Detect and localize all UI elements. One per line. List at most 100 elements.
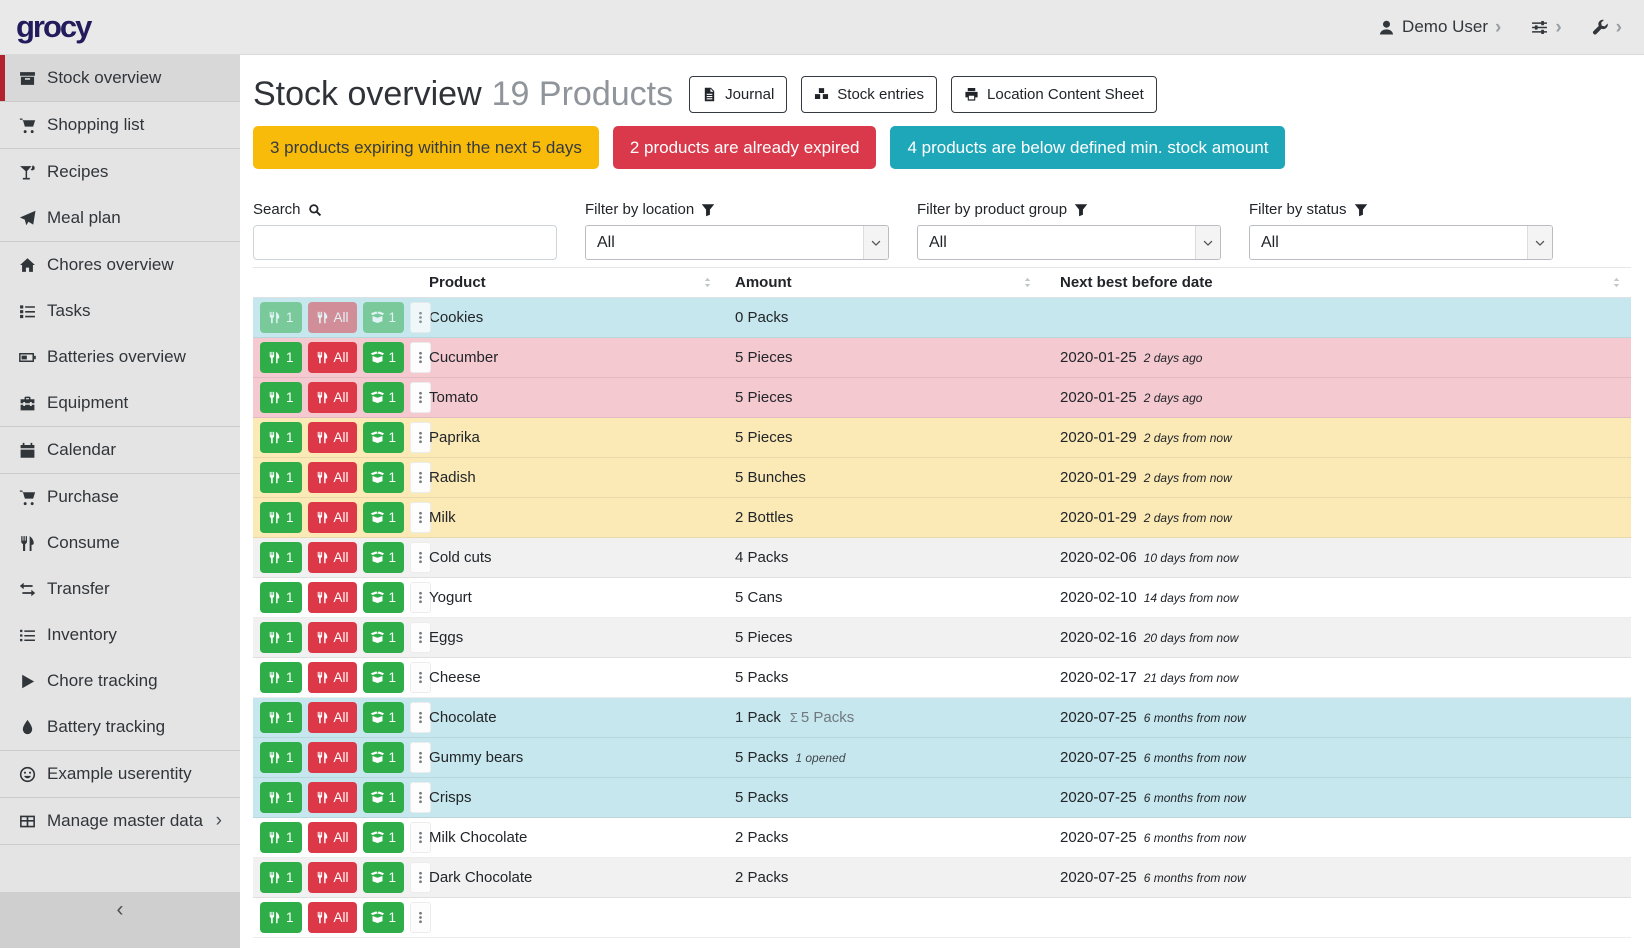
app-logo[interactable]: grocy	[16, 9, 90, 45]
utensils-icon	[316, 591, 329, 604]
open-one-button[interactable]: 1	[363, 782, 405, 813]
consume-all-button[interactable]: All	[308, 662, 357, 693]
column-header-amount[interactable]: Amount	[722, 274, 1042, 291]
open-one-button[interactable]: 1	[363, 662, 405, 693]
stock-entries-button[interactable]: Stock entries	[801, 76, 937, 113]
sidebar-item-transfer[interactable]: Transfer	[0, 566, 240, 612]
open-one-button[interactable]: 1	[363, 902, 405, 933]
open-one-button[interactable]: 1	[363, 702, 405, 733]
status-alert-2[interactable]: 4 products are below defined min. stock …	[890, 126, 1285, 169]
sidebar-item-example-userentity[interactable]: Example userentity	[0, 751, 240, 797]
consume-one-button[interactable]: 1	[260, 502, 302, 533]
sidebar-item-tasks[interactable]: Tasks	[0, 288, 240, 334]
button-label: 1	[286, 870, 294, 885]
open-one-button[interactable]: 1	[363, 462, 405, 493]
sidebar-item-shopping-list[interactable]: Shopping list	[0, 102, 240, 148]
consume-all-button[interactable]: All	[308, 822, 357, 853]
consume-all-button[interactable]: All	[308, 382, 357, 413]
sidebar-item-stock-overview[interactable]: Stock overview	[0, 55, 240, 101]
consume-one-button[interactable]: 1	[260, 382, 302, 413]
consume-all-button[interactable]: All	[308, 422, 357, 453]
status-alert-1[interactable]: 2 products are already expired	[613, 126, 877, 169]
journal-button[interactable]: Journal	[689, 76, 787, 113]
consume-one-button[interactable]: 1	[260, 822, 302, 853]
open-one-button[interactable]: 1	[363, 742, 405, 773]
search-input[interactable]	[253, 225, 557, 260]
status-select[interactable]: All	[1249, 225, 1553, 260]
sidebar-item-label: Chores overview	[47, 255, 174, 275]
amount-cell: 0 Packs	[722, 309, 1042, 326]
consume-one-button[interactable]: 1	[260, 582, 302, 613]
consume-all-button[interactable]: All	[308, 622, 357, 653]
consume-one-button[interactable]: 1	[260, 702, 302, 733]
sidebar-item-battery-tracking[interactable]: Battery tracking	[0, 704, 240, 750]
amount-cell: 5 Pieces	[722, 629, 1042, 646]
open-one-button[interactable]: 1	[363, 302, 405, 333]
open-one-button[interactable]: 1	[363, 342, 405, 373]
best-before-cell: 2020-01-292 days from now	[1042, 469, 1631, 486]
consume-one-button[interactable]: 1	[260, 662, 302, 693]
row-menu-button[interactable]	[410, 902, 431, 933]
consume-one-button[interactable]: 1	[260, 742, 302, 773]
consume-one-button[interactable]: 1	[260, 462, 302, 493]
location-select[interactable]: All	[585, 225, 889, 260]
consume-one-button[interactable]: 1	[260, 422, 302, 453]
sidebar-item-batteries-overview[interactable]: Batteries overview	[0, 334, 240, 380]
consume-all-button[interactable]: All	[308, 902, 357, 933]
best-before-cell: 2020-01-252 days ago	[1042, 349, 1631, 366]
sidebar-item-chores-overview[interactable]: Chores overview	[0, 242, 240, 288]
user-menu[interactable]: Demo User ›	[1378, 17, 1501, 37]
sidebar-item-equipment[interactable]: Equipment	[0, 380, 240, 426]
product-group-filter-label-text: Filter by product group	[917, 201, 1067, 218]
consume-one-button[interactable]: 1	[260, 542, 302, 573]
location-content-sheet-button[interactable]: Location Content Sheet	[951, 76, 1157, 113]
location-filter-label-text: Filter by location	[585, 201, 694, 218]
sidebar-item-inventory[interactable]: Inventory	[0, 612, 240, 658]
sidebar-item-manage-master-data[interactable]: Manage master data›	[0, 798, 240, 844]
consume-all-button[interactable]: All	[308, 302, 357, 333]
sidebar-item-meal-plan[interactable]: Meal plan	[0, 195, 240, 241]
consume-all-button[interactable]: All	[308, 582, 357, 613]
status-alert-0[interactable]: 3 products expiring within the next 5 da…	[253, 126, 599, 169]
sidebar-item-calendar[interactable]: Calendar	[0, 427, 240, 473]
consume-all-button[interactable]: All	[308, 342, 357, 373]
consume-one-button[interactable]: 1	[260, 902, 302, 933]
consume-all-button[interactable]: All	[308, 742, 357, 773]
consume-all-button[interactable]: All	[308, 502, 357, 533]
consume-all-button[interactable]: All	[308, 702, 357, 733]
consume-all-button[interactable]: All	[308, 542, 357, 573]
open-one-button[interactable]: 1	[363, 582, 405, 613]
consume-all-button[interactable]: All	[308, 862, 357, 893]
table-row: 1All1Tomato5 Pieces2020-01-252 days ago	[253, 378, 1631, 418]
open-one-button[interactable]: 1	[363, 542, 405, 573]
row-actions: 1All1	[253, 622, 421, 653]
open-one-button[interactable]: 1	[363, 622, 405, 653]
sidebar-collapse-button[interactable]: ‹	[0, 892, 240, 948]
column-header-next-best-before-date[interactable]: Next best before date	[1042, 274, 1631, 291]
consume-one-button[interactable]: 1	[260, 782, 302, 813]
settings-menu[interactable]: ›	[1531, 18, 1561, 37]
open-one-button[interactable]: 1	[363, 422, 405, 453]
consume-all-button[interactable]: All	[308, 462, 357, 493]
status-select-value: All	[1250, 234, 1527, 252]
consume-all-button[interactable]: All	[308, 782, 357, 813]
product-group-select[interactable]: All	[917, 225, 1221, 260]
row-menu-button[interactable]	[410, 302, 431, 333]
open-one-button[interactable]: 1	[363, 862, 405, 893]
open-one-button[interactable]: 1	[363, 382, 405, 413]
best-before-date: 2020-01-29	[1060, 509, 1137, 526]
sidebar-item-consume[interactable]: Consume	[0, 520, 240, 566]
column-header-product[interactable]: Product	[421, 274, 722, 291]
amount-cell: 1 PackΣ5 Packs	[722, 709, 1042, 726]
open-one-button[interactable]: 1	[363, 502, 405, 533]
consume-one-button[interactable]: 1	[260, 622, 302, 653]
sidebar-item-recipes[interactable]: Recipes	[0, 149, 240, 195]
consume-one-button[interactable]: 1	[260, 302, 302, 333]
consume-one-button[interactable]: 1	[260, 862, 302, 893]
consume-one-button[interactable]: 1	[260, 342, 302, 373]
utensils-icon	[316, 831, 329, 844]
sidebar-item-purchase[interactable]: Purchase	[0, 474, 240, 520]
sidebar-item-chore-tracking[interactable]: Chore tracking	[0, 658, 240, 704]
admin-menu[interactable]: ›	[1592, 18, 1622, 37]
open-one-button[interactable]: 1	[363, 822, 405, 853]
